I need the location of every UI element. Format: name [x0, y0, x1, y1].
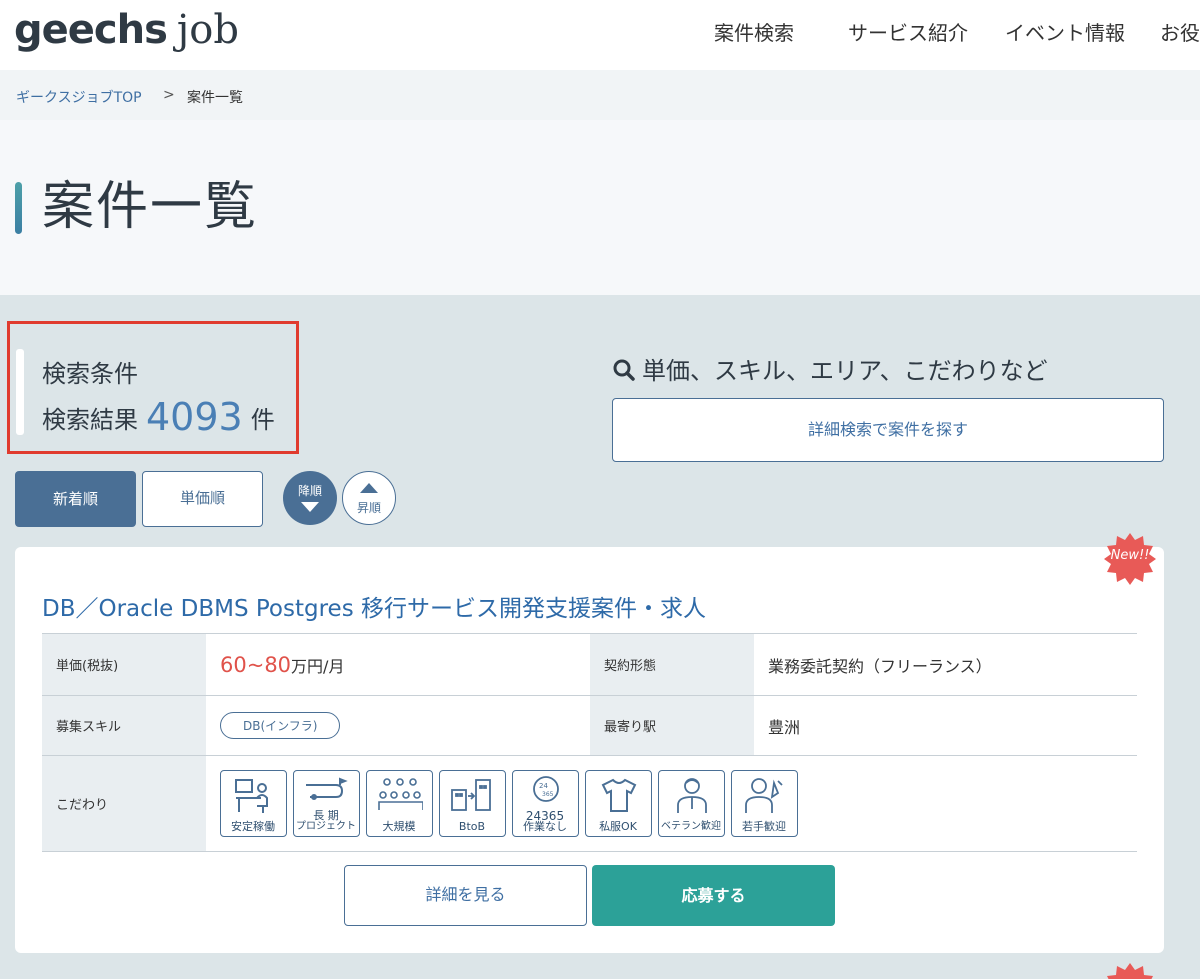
- search-conditions-bar: [16, 349, 24, 435]
- feature-label: ベテラン歓迎: [661, 821, 721, 832]
- badge-starburst-icon: [1107, 963, 1153, 979]
- job-details-table: 単価(税抜) 60~80万円/月 契約形態 業務委託契約（フリーランス） 募集ス…: [42, 633, 1137, 852]
- search-results-label: 検索結果: [42, 406, 138, 434]
- svg-text:365: 365: [542, 791, 554, 798]
- young-person-icon: [745, 778, 783, 813]
- nav-item-job-search[interactable]: 案件検索: [714, 17, 794, 46]
- feature-no-24365: 24 365 24365 作業なし: [512, 770, 579, 837]
- feature-casual-ok: 私服OK: [585, 770, 652, 837]
- skill-tag[interactable]: DB(インフラ): [220, 712, 341, 739]
- apply-button[interactable]: 応募する: [592, 865, 835, 926]
- table-row: 募集スキル DB(インフラ) 最寄り駅 豊洲: [42, 695, 1137, 756]
- feature-btob: BtoB: [439, 770, 506, 837]
- people-group-icon: [378, 778, 423, 810]
- search-hint: 単価、スキル、エリア、こだわりなど: [612, 351, 1048, 386]
- feature-label: 安定稼働: [231, 820, 275, 833]
- new-badge-text: New!!: [1110, 548, 1150, 563]
- sort-descending-label: 降順: [297, 484, 322, 498]
- long-road-icon: [306, 777, 348, 800]
- svg-text:24: 24: [539, 782, 548, 790]
- nav-item-more[interactable]: お役: [1160, 17, 1200, 46]
- feature-long-term: 長 期 プロジェクト: [293, 770, 360, 837]
- buildings-icon: [451, 779, 491, 811]
- search-icon: [613, 359, 635, 381]
- feature-label: 大規模: [382, 820, 416, 833]
- title-band: 案件一覧: [0, 120, 1200, 295]
- price-unit: 万円/月: [291, 656, 345, 676]
- search-conditions-label: 検索条件: [42, 360, 138, 388]
- triangle-down-icon: [301, 502, 319, 512]
- search-results-count: 4093: [146, 395, 243, 439]
- detail-search-button[interactable]: 詳細検索で案件を探す: [612, 398, 1164, 462]
- features-label: こだわり: [42, 755, 206, 852]
- nav-item-events[interactable]: イベント情報: [1005, 17, 1125, 46]
- sort-newest-button[interactable]: 新着順: [15, 471, 136, 527]
- skill-value-cell: DB(インフラ): [206, 695, 590, 756]
- station-value: 豊洲: [754, 695, 1137, 756]
- feature-stable-operation: 安定稼働: [220, 770, 287, 837]
- page-title: 案件一覧: [42, 177, 259, 237]
- clock-24-365-icon: 24365: [533, 776, 559, 802]
- contract-value: 業務委託契約（フリーランス）: [754, 633, 1137, 696]
- station-label: 最寄り駅: [590, 695, 754, 756]
- view-details-button[interactable]: 詳細を見る: [344, 865, 587, 926]
- job-title-link[interactable]: DB／Oracle DBMS Postgres 移行サービス開発支援案件・求人: [42, 589, 706, 623]
- feature-label: 作業なし: [523, 820, 567, 833]
- features-cell: 安定稼働 長 期 プロジェクト 大規模 BtoB 24 365 24365 作業…: [206, 755, 1137, 852]
- logo-sub-text: job: [176, 7, 239, 53]
- desk-worker-icon: [235, 779, 268, 813]
- site-header: geechs job 案件検索 サービス紹介 イベント情報 お役: [0, 0, 1200, 70]
- search-results: 検索結果 4093 件: [42, 393, 275, 439]
- feature-large-scale: 大規模: [366, 770, 433, 837]
- breadcrumb-separator: >: [163, 87, 175, 103]
- breadcrumb: ギークスジョブTOP > 案件一覧: [0, 70, 1200, 120]
- site-logo[interactable]: geechs job: [14, 6, 239, 54]
- search-hint-text: 単価、スキル、エリア、こだわりなど: [642, 357, 1048, 385]
- feature-label: 若手歓迎: [742, 820, 786, 833]
- veteran-person-icon: [677, 778, 707, 813]
- sort-descending-button[interactable]: 降順: [283, 471, 337, 525]
- price-value-cell: 60~80万円/月: [206, 633, 590, 696]
- table-row: 単価(税抜) 60~80万円/月 契約形態 業務委託契約（フリーランス）: [42, 633, 1137, 696]
- feature-young-welcome: 若手歓迎: [731, 770, 798, 837]
- feature-label: プロジェクト: [296, 821, 356, 832]
- sort-ascending-button[interactable]: 昇順: [342, 471, 396, 525]
- triangle-up-icon: [360, 483, 378, 493]
- sort-ascending-label: 昇順: [356, 501, 381, 515]
- price-value: 60~80: [220, 652, 292, 677]
- price-label: 単価(税抜): [42, 633, 206, 696]
- sort-price-button[interactable]: 単価順: [142, 471, 263, 527]
- feature-veteran-welcome: ベテラン歓迎: [658, 770, 725, 837]
- feature-icons: 安定稼働 長 期 プロジェクト 大規模 BtoB 24 365 24365 作業…: [220, 770, 1137, 837]
- next-card-new-badge: [1104, 963, 1156, 979]
- skill-label: 募集スキル: [42, 695, 206, 756]
- breadcrumb-current: 案件一覧: [187, 90, 243, 106]
- feature-label: 私服OK: [599, 820, 637, 833]
- contract-label: 契約形態: [590, 633, 754, 696]
- tshirt-icon: [601, 778, 637, 812]
- title-accent-bar: [15, 182, 22, 234]
- new-badge: New!!: [1104, 533, 1156, 585]
- breadcrumb-home-link[interactable]: ギークスジョブTOP: [16, 87, 142, 107]
- nav-item-service[interactable]: サービス紹介: [848, 17, 968, 46]
- logo-main-text: geechs: [14, 7, 168, 53]
- search-results-unit: 件: [250, 406, 275, 434]
- table-row: こだわり 安定稼働 長 期 プロジェクト 大規模 BtoB 24 365 243…: [42, 755, 1137, 852]
- feature-label: BtoB: [458, 820, 486, 833]
